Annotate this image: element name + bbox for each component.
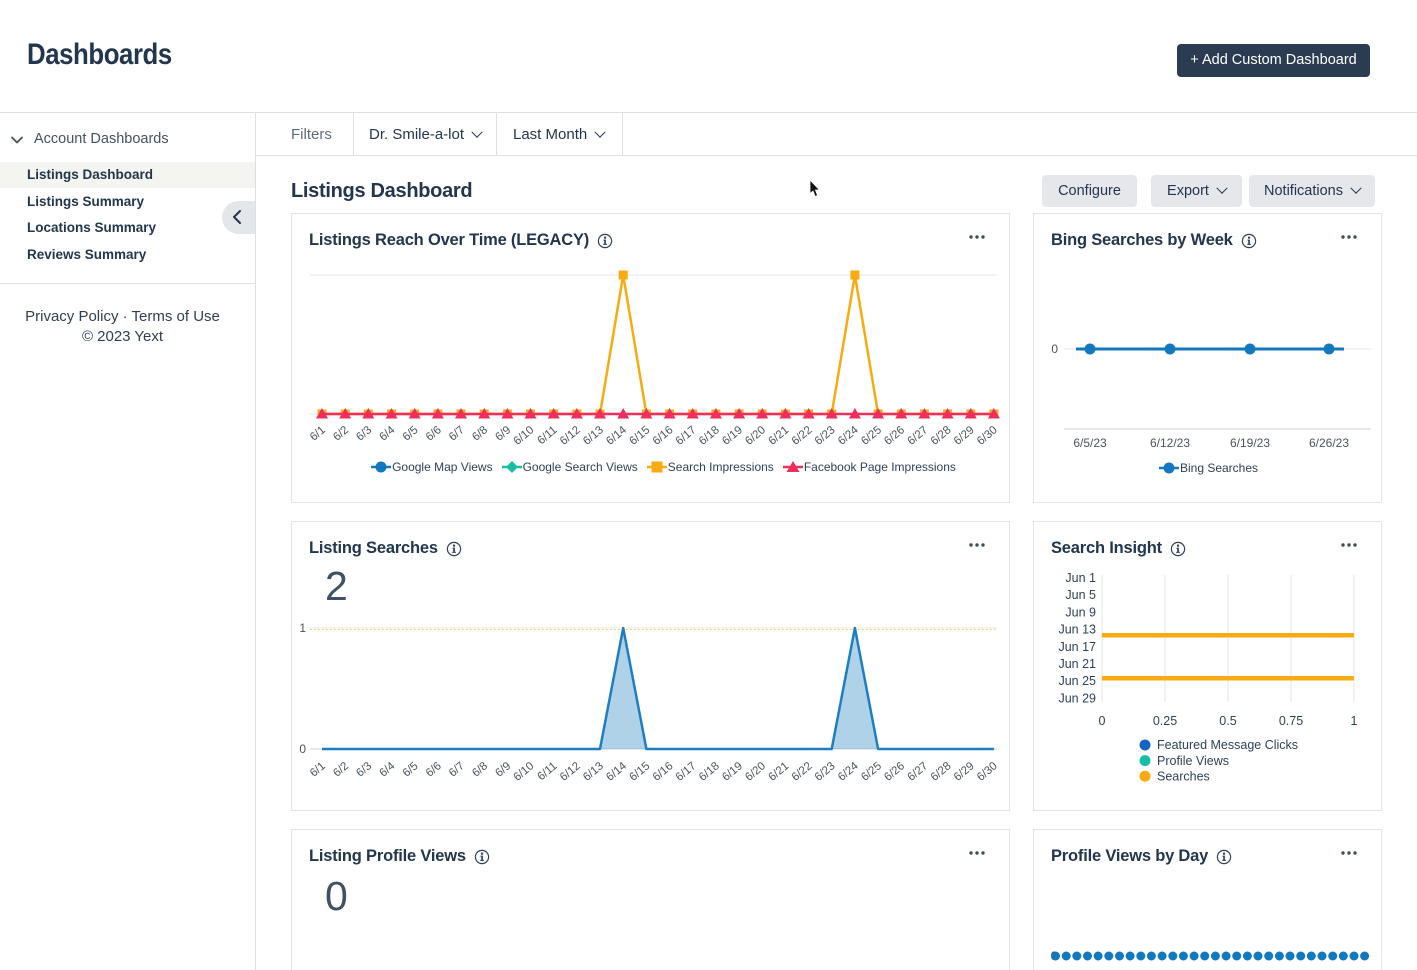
svg-text:0: 0 (1051, 342, 1058, 356)
svg-text:6/19/23: 6/19/23 (1230, 436, 1270, 450)
svg-text:Profile Views: Profile Views (1157, 754, 1229, 768)
svg-text:6/21: 6/21 (766, 424, 791, 448)
svg-text:6/30: 6/30 (975, 760, 1000, 784)
svg-text:Jun 17: Jun 17 (1058, 640, 1096, 654)
svg-text:6/13: 6/13 (581, 760, 606, 784)
svg-text:6/19: 6/19 (720, 760, 745, 784)
svg-text:6/27: 6/27 (905, 424, 930, 448)
svg-text:6/22: 6/22 (790, 760, 815, 784)
svg-text:6/18: 6/18 (697, 424, 722, 448)
svg-text:Jun 13: Jun 13 (1058, 623, 1096, 637)
svg-text:6/12: 6/12 (558, 424, 583, 448)
svg-text:6/23: 6/23 (813, 424, 838, 448)
svg-text:6/4: 6/4 (377, 760, 397, 780)
svg-text:6/11: 6/11 (535, 424, 559, 447)
svg-text:6/15: 6/15 (627, 760, 652, 784)
svg-text:6/26: 6/26 (882, 424, 907, 448)
svg-text:6/28: 6/28 (929, 424, 954, 448)
svg-text:6/26/23: 6/26/23 (1309, 436, 1349, 450)
svg-text:6/29: 6/29 (952, 424, 977, 448)
svg-text:6/26: 6/26 (882, 760, 907, 784)
svg-text:6/8: 6/8 (470, 424, 490, 443)
svg-text:6/12/23: 6/12/23 (1150, 436, 1190, 450)
svg-text:6/18: 6/18 (697, 760, 722, 784)
svg-text:6/10: 6/10 (512, 424, 537, 448)
svg-text:Searches: Searches (1157, 769, 1210, 783)
svg-text:6/13: 6/13 (581, 424, 606, 448)
svg-text:6/9: 6/9 (493, 424, 513, 443)
svg-text:6/9: 6/9 (493, 760, 513, 779)
svg-text:6/25: 6/25 (859, 760, 884, 784)
svg-text:6/22: 6/22 (790, 424, 815, 448)
svg-text:6/23: 6/23 (813, 760, 838, 784)
svg-text:6/6: 6/6 (424, 760, 444, 779)
svg-text:6/15: 6/15 (627, 424, 652, 448)
svg-text:6/14: 6/14 (604, 424, 629, 448)
svg-text:Jun 29: Jun 29 (1058, 691, 1096, 705)
svg-text:Jun 1: Jun 1 (1065, 571, 1096, 585)
svg-text:1: 1 (299, 621, 306, 635)
svg-text:6/5: 6/5 (401, 424, 421, 443)
svg-text:Featured Message Clicks: Featured Message Clicks (1157, 738, 1298, 752)
svg-text:6/12: 6/12 (558, 760, 583, 784)
svg-text:6/1: 6/1 (308, 760, 328, 779)
svg-text:1: 1 (1351, 714, 1358, 728)
svg-text:6/25: 6/25 (859, 424, 884, 448)
svg-text:6/29: 6/29 (952, 760, 977, 784)
svg-text:6/19: 6/19 (720, 424, 745, 448)
svg-text:6/11: 6/11 (535, 760, 559, 783)
svg-text:Jun 21: Jun 21 (1058, 657, 1096, 671)
svg-text:6/10: 6/10 (512, 760, 537, 784)
svg-text:6/7: 6/7 (447, 424, 467, 443)
svg-text:6/8: 6/8 (470, 760, 490, 779)
svg-text:6/16: 6/16 (651, 760, 676, 784)
svg-text:Jun 5: Jun 5 (1065, 588, 1096, 602)
svg-text:6/27: 6/27 (905, 760, 930, 784)
svg-text:0: 0 (299, 742, 306, 756)
svg-text:6/3: 6/3 (354, 760, 374, 779)
svg-text:6/30: 6/30 (975, 424, 1000, 448)
svg-text:0.5: 0.5 (1219, 714, 1236, 728)
svg-text:6/5/23: 6/5/23 (1073, 436, 1107, 450)
svg-text:6/3: 6/3 (354, 424, 374, 443)
svg-text:6/2: 6/2 (331, 760, 351, 779)
svg-text:6/28: 6/28 (929, 760, 954, 784)
svg-text:6/6: 6/6 (424, 424, 444, 443)
svg-text:6/7: 6/7 (447, 760, 467, 779)
svg-text:6/24: 6/24 (836, 760, 861, 784)
svg-text:Jun 25: Jun 25 (1058, 674, 1096, 688)
svg-text:6/2: 6/2 (331, 424, 351, 443)
svg-text:6/14: 6/14 (604, 760, 629, 784)
svg-text:6/24: 6/24 (836, 424, 861, 448)
svg-text:Jun 9: Jun 9 (1065, 605, 1096, 619)
svg-text:6/1: 6/1 (308, 424, 328, 443)
svg-text:6/20: 6/20 (743, 760, 768, 784)
svg-text:0: 0 (1099, 714, 1106, 728)
svg-text:6/17: 6/17 (674, 424, 699, 448)
svg-text:6/4: 6/4 (377, 424, 397, 444)
svg-text:0.75: 0.75 (1279, 714, 1303, 728)
svg-text:6/20: 6/20 (743, 424, 768, 448)
svg-text:0.25: 0.25 (1153, 714, 1177, 728)
svg-text:6/5: 6/5 (401, 760, 421, 779)
svg-text:6/17: 6/17 (674, 760, 699, 784)
svg-text:6/16: 6/16 (651, 424, 676, 448)
svg-text:6/21: 6/21 (766, 760, 791, 784)
